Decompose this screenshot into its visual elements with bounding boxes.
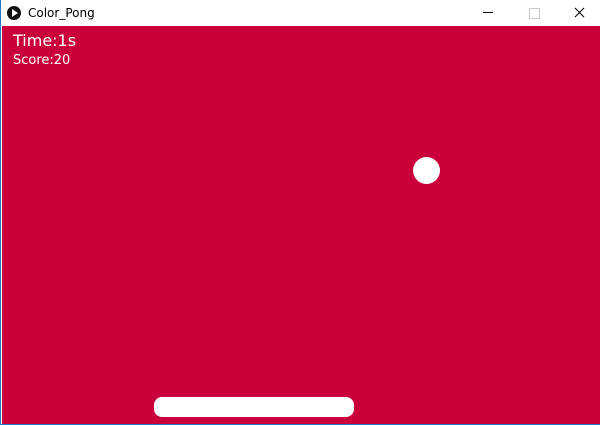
close-button[interactable] — [556, 0, 600, 26]
game-canvas[interactable]: Time:1s Score:20 — [2, 26, 600, 424]
time-display: Time:1s — [13, 31, 77, 50]
play-circle-icon — [7, 6, 21, 20]
app-window: Color_Pong Time:1s Score:20 — [0, 0, 600, 425]
minimize-button[interactable] — [464, 0, 510, 26]
title-bar[interactable]: Color_Pong — [1, 0, 600, 26]
score-display: Score:20 — [13, 53, 71, 68]
ball — [413, 157, 440, 184]
window-title: Color_Pong — [28, 6, 95, 20]
paddle[interactable] — [154, 397, 354, 417]
maximize-button[interactable] — [510, 0, 556, 26]
